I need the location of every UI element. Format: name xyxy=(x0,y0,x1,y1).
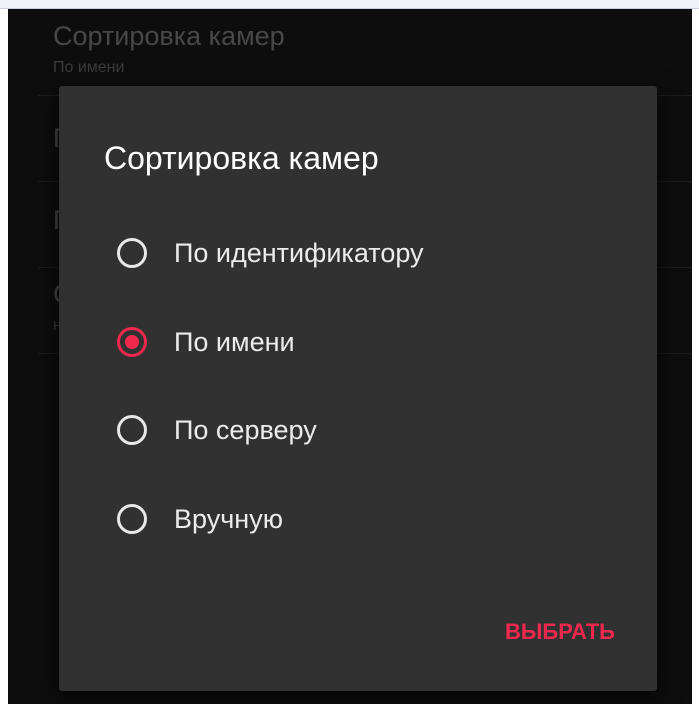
radio-unchecked-icon[interactable] xyxy=(117,238,147,268)
radio-unchecked-icon[interactable] xyxy=(117,504,147,534)
radio-checked-icon[interactable] xyxy=(117,327,147,357)
option-label: По имени xyxy=(174,327,295,357)
option-label: По серверу xyxy=(174,415,317,445)
option-label: По идентификатору xyxy=(174,238,424,268)
app-screen: Сортировка камер По имени П П С н Сортир… xyxy=(8,9,692,704)
option-manual[interactable]: Вручную xyxy=(109,492,609,552)
option-by-name[interactable]: По имени xyxy=(109,315,609,375)
option-by-id[interactable]: По идентификатору xyxy=(109,226,609,286)
dialog-title: Сортировка камер xyxy=(104,140,379,176)
browser-top-strip xyxy=(0,0,699,9)
radio-unchecked-icon[interactable] xyxy=(117,415,147,445)
sort-cameras-dialog: Сортировка камер По идентификатору По им… xyxy=(59,86,657,691)
select-button[interactable]: ВЫБРАТЬ xyxy=(497,613,623,651)
option-label: Вручную xyxy=(174,504,283,534)
option-by-server[interactable]: По серверу xyxy=(109,403,609,463)
